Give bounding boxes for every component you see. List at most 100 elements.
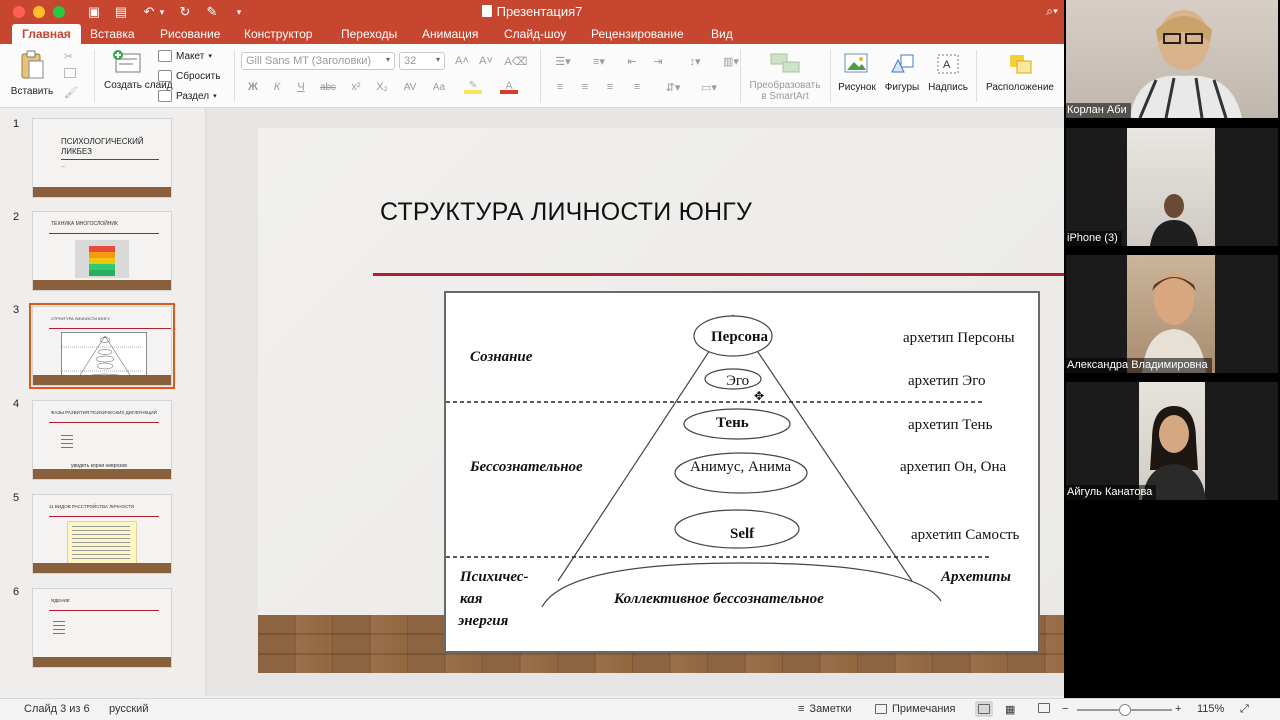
bullets-icon[interactable]: ☰▾ xyxy=(548,52,578,70)
self-label: Self xyxy=(730,526,755,542)
layout-button[interactable]: Макет ▾ xyxy=(158,50,212,62)
language-indicator[interactable]: русский xyxy=(109,703,148,715)
new-slide-icon xyxy=(113,50,141,73)
tab-review[interactable]: Рецензирование xyxy=(581,24,694,44)
zoom-in-button[interactable]: + xyxy=(1175,703,1181,715)
slide-thumbnail-6[interactable]: ЯДЕНИЕ xyxy=(32,588,172,668)
align-center-icon[interactable]: ≡ xyxy=(575,78,595,96)
participant-tile-4[interactable]: Айгуль Канатова xyxy=(1066,382,1278,500)
slide-editor[interactable]: СТРУКТУРА ЛИЧНОСТИ ЮНГУ Сознание Бессозн… xyxy=(206,108,1224,696)
clear-format-icon[interactable]: A⌫ xyxy=(505,52,528,70)
participant-tile-2[interactable]: iPhone (3) xyxy=(1066,128,1278,246)
document-title: Презентация7 xyxy=(0,4,1064,19)
char-spacing-button[interactable]: AV xyxy=(400,78,420,96)
subscript-button[interactable]: X₂ xyxy=(372,78,392,96)
reset-button[interactable]: Сбросить xyxy=(158,70,220,82)
participant-tile-1[interactable]: Корлан Аби xyxy=(1066,0,1278,118)
zoom-out-button[interactable]: − xyxy=(1062,703,1068,715)
thumbnail-image xyxy=(75,240,129,278)
notes-button[interactable]: ≡ Заметки xyxy=(798,703,852,715)
arrange-button[interactable]: Расположение xyxy=(982,52,1058,93)
tab-draw[interactable]: Рисование xyxy=(150,24,230,44)
font-name-field[interactable]: Gill Sans MT (Заголовки) ▾ xyxy=(241,52,395,70)
picture-button[interactable]: Рисунок xyxy=(835,52,879,93)
section-button[interactable]: Раздел ▾ xyxy=(158,90,217,102)
tab-slideshow[interactable]: Слайд-шоу xyxy=(494,24,576,44)
cut-icon[interactable]: ✂ xyxy=(64,50,73,63)
persona-label: Персона xyxy=(711,329,768,345)
tab-view[interactable]: Вид xyxy=(701,24,743,44)
tab-insert[interactable]: Вставка xyxy=(80,24,145,44)
participant-avatar xyxy=(1130,10,1242,118)
search-icon[interactable]: ⌕▾ xyxy=(1046,4,1058,19)
decrease-indent-icon[interactable]: ⇤ xyxy=(622,52,642,70)
slide-sorter-button[interactable]: ▦ xyxy=(1005,703,1015,716)
ribbon-separator xyxy=(976,50,977,102)
copy-icon[interactable] xyxy=(64,68,76,78)
convert-smartart-button[interactable]: Преобразовать в SmartArt xyxy=(746,52,824,102)
fit-to-window-icon[interactable]: ⤢ xyxy=(1240,703,1249,716)
zoom-slider-knob[interactable] xyxy=(1118,704,1131,716)
ego-archetype-label: архетип Эго xyxy=(908,373,986,389)
shrink-font-icon[interactable]: A˅ xyxy=(476,52,496,70)
participant-avatar xyxy=(1150,194,1198,246)
thumbnail-number: 1 xyxy=(13,118,20,130)
highlight-icon[interactable]: ✎ xyxy=(464,80,482,94)
comments-button[interactable]: Примечания xyxy=(875,703,956,715)
grow-font-icon[interactable]: A˄ xyxy=(452,52,472,70)
thumbnail-subtitle: — xyxy=(61,163,65,168)
font-size-field[interactable]: 32 ▾ xyxy=(399,52,445,70)
font-color-icon[interactable]: A xyxy=(500,80,518,94)
notes-icon: ≡ xyxy=(798,703,805,715)
thumbnail-floor xyxy=(33,280,171,290)
reading-view-button[interactable] xyxy=(1038,703,1050,713)
normal-view-button[interactable] xyxy=(975,701,993,717)
textbox-button[interactable]: A Надпись xyxy=(926,52,970,93)
thumbnail-rule xyxy=(49,233,159,234)
thumbnail-floor xyxy=(33,375,171,385)
tab-animations[interactable]: Анимация xyxy=(412,24,488,44)
mouse-cursor-icon: ✥ xyxy=(754,389,765,403)
change-case-button[interactable]: Aa xyxy=(429,78,449,96)
numbering-icon[interactable]: ≡▾ xyxy=(584,52,614,70)
line-spacing-icon[interactable]: ↕▾ xyxy=(680,52,710,70)
zoom-level[interactable]: 115% xyxy=(1197,703,1224,715)
format-painter-icon[interactable]: 🖌 xyxy=(64,86,78,99)
thumbnail-title: 11 ВИДОВ РАССТРОЙСТВА ЛИЧНОСТИ xyxy=(49,504,135,509)
text-direction-icon[interactable]: ⇵▾ xyxy=(658,78,688,96)
slide-thumbnail-3[interactable]: СТРУКТУРА ЛИЧНОСТИ ЮНГУ xyxy=(29,303,175,389)
document-title-text: Презентация7 xyxy=(496,4,583,19)
slide-title[interactable]: СТРУКТУРА ЛИЧНОСТИ ЮНГУ xyxy=(380,198,752,227)
psychic-energy-label-3: энергия xyxy=(458,613,509,629)
bold-button[interactable]: Ж xyxy=(243,78,263,96)
underline-button[interactable]: Ч xyxy=(291,78,311,96)
thumbnail-title: ПСИХОЛОГИЧЕСКИЙ ЛИКБЕЗ xyxy=(61,137,144,156)
tab-design[interactable]: Конструктор xyxy=(234,24,322,44)
participant-tile-3[interactable]: Александра Владимировна xyxy=(1066,255,1278,373)
slide-thumbnail-1[interactable]: ПСИХОЛОГИЧЕСКИЙ ЛИКБЕЗ — xyxy=(32,118,172,198)
self-archetype-label: архетип Самость xyxy=(911,527,1020,543)
italic-button[interactable]: К xyxy=(267,78,287,96)
shapes-button[interactable]: Фигуры xyxy=(882,52,922,93)
section-icon xyxy=(158,90,172,102)
jung-personality-diagram[interactable]: Сознание Бессознательное Психичес- кая э… xyxy=(444,291,1040,653)
slide-thumbnail-4[interactable]: ФАЗЫ РАЗВИТИЯ ПСИХИЧЕСКИХ ДИСФУНКЦИЙ уви… xyxy=(32,400,172,480)
paste-button[interactable]: Вставить xyxy=(10,50,54,97)
superscript-button[interactable]: x² xyxy=(346,78,366,96)
zoom-slider[interactable] xyxy=(1077,704,1172,716)
align-right-icon[interactable]: ≡ xyxy=(600,78,620,96)
slide-thumbnail-panel[interactable]: 1 ПСИХОЛОГИЧЕСКИЙ ЛИКБЕЗ — 2 ТЕХНИКА МНО… xyxy=(0,108,206,696)
columns-icon[interactable]: ▥▾ xyxy=(716,52,746,70)
tab-home[interactable]: Главная xyxy=(12,24,81,44)
increase-indent-icon[interactable]: ⇥ xyxy=(648,52,668,70)
justify-icon[interactable]: ≡ xyxy=(627,78,647,96)
thumbnail-rule xyxy=(61,159,159,160)
clipboard-icon xyxy=(21,50,44,79)
tab-transitions[interactable]: Переходы xyxy=(331,24,407,44)
align-text-icon[interactable]: ▭▾ xyxy=(696,78,722,96)
align-left-icon[interactable]: ≡ xyxy=(550,78,570,96)
strikethrough-button[interactable]: abc xyxy=(318,78,338,96)
slide-thumbnail-5[interactable]: 11 ВИДОВ РАССТРОЙСТВА ЛИЧНОСТИ xyxy=(32,494,172,574)
new-slide-button[interactable]: Создать слайд xyxy=(104,50,173,91)
slide-thumbnail-2[interactable]: ТЕХНИКА МНОГОСЛОЙНИК xyxy=(32,211,172,291)
